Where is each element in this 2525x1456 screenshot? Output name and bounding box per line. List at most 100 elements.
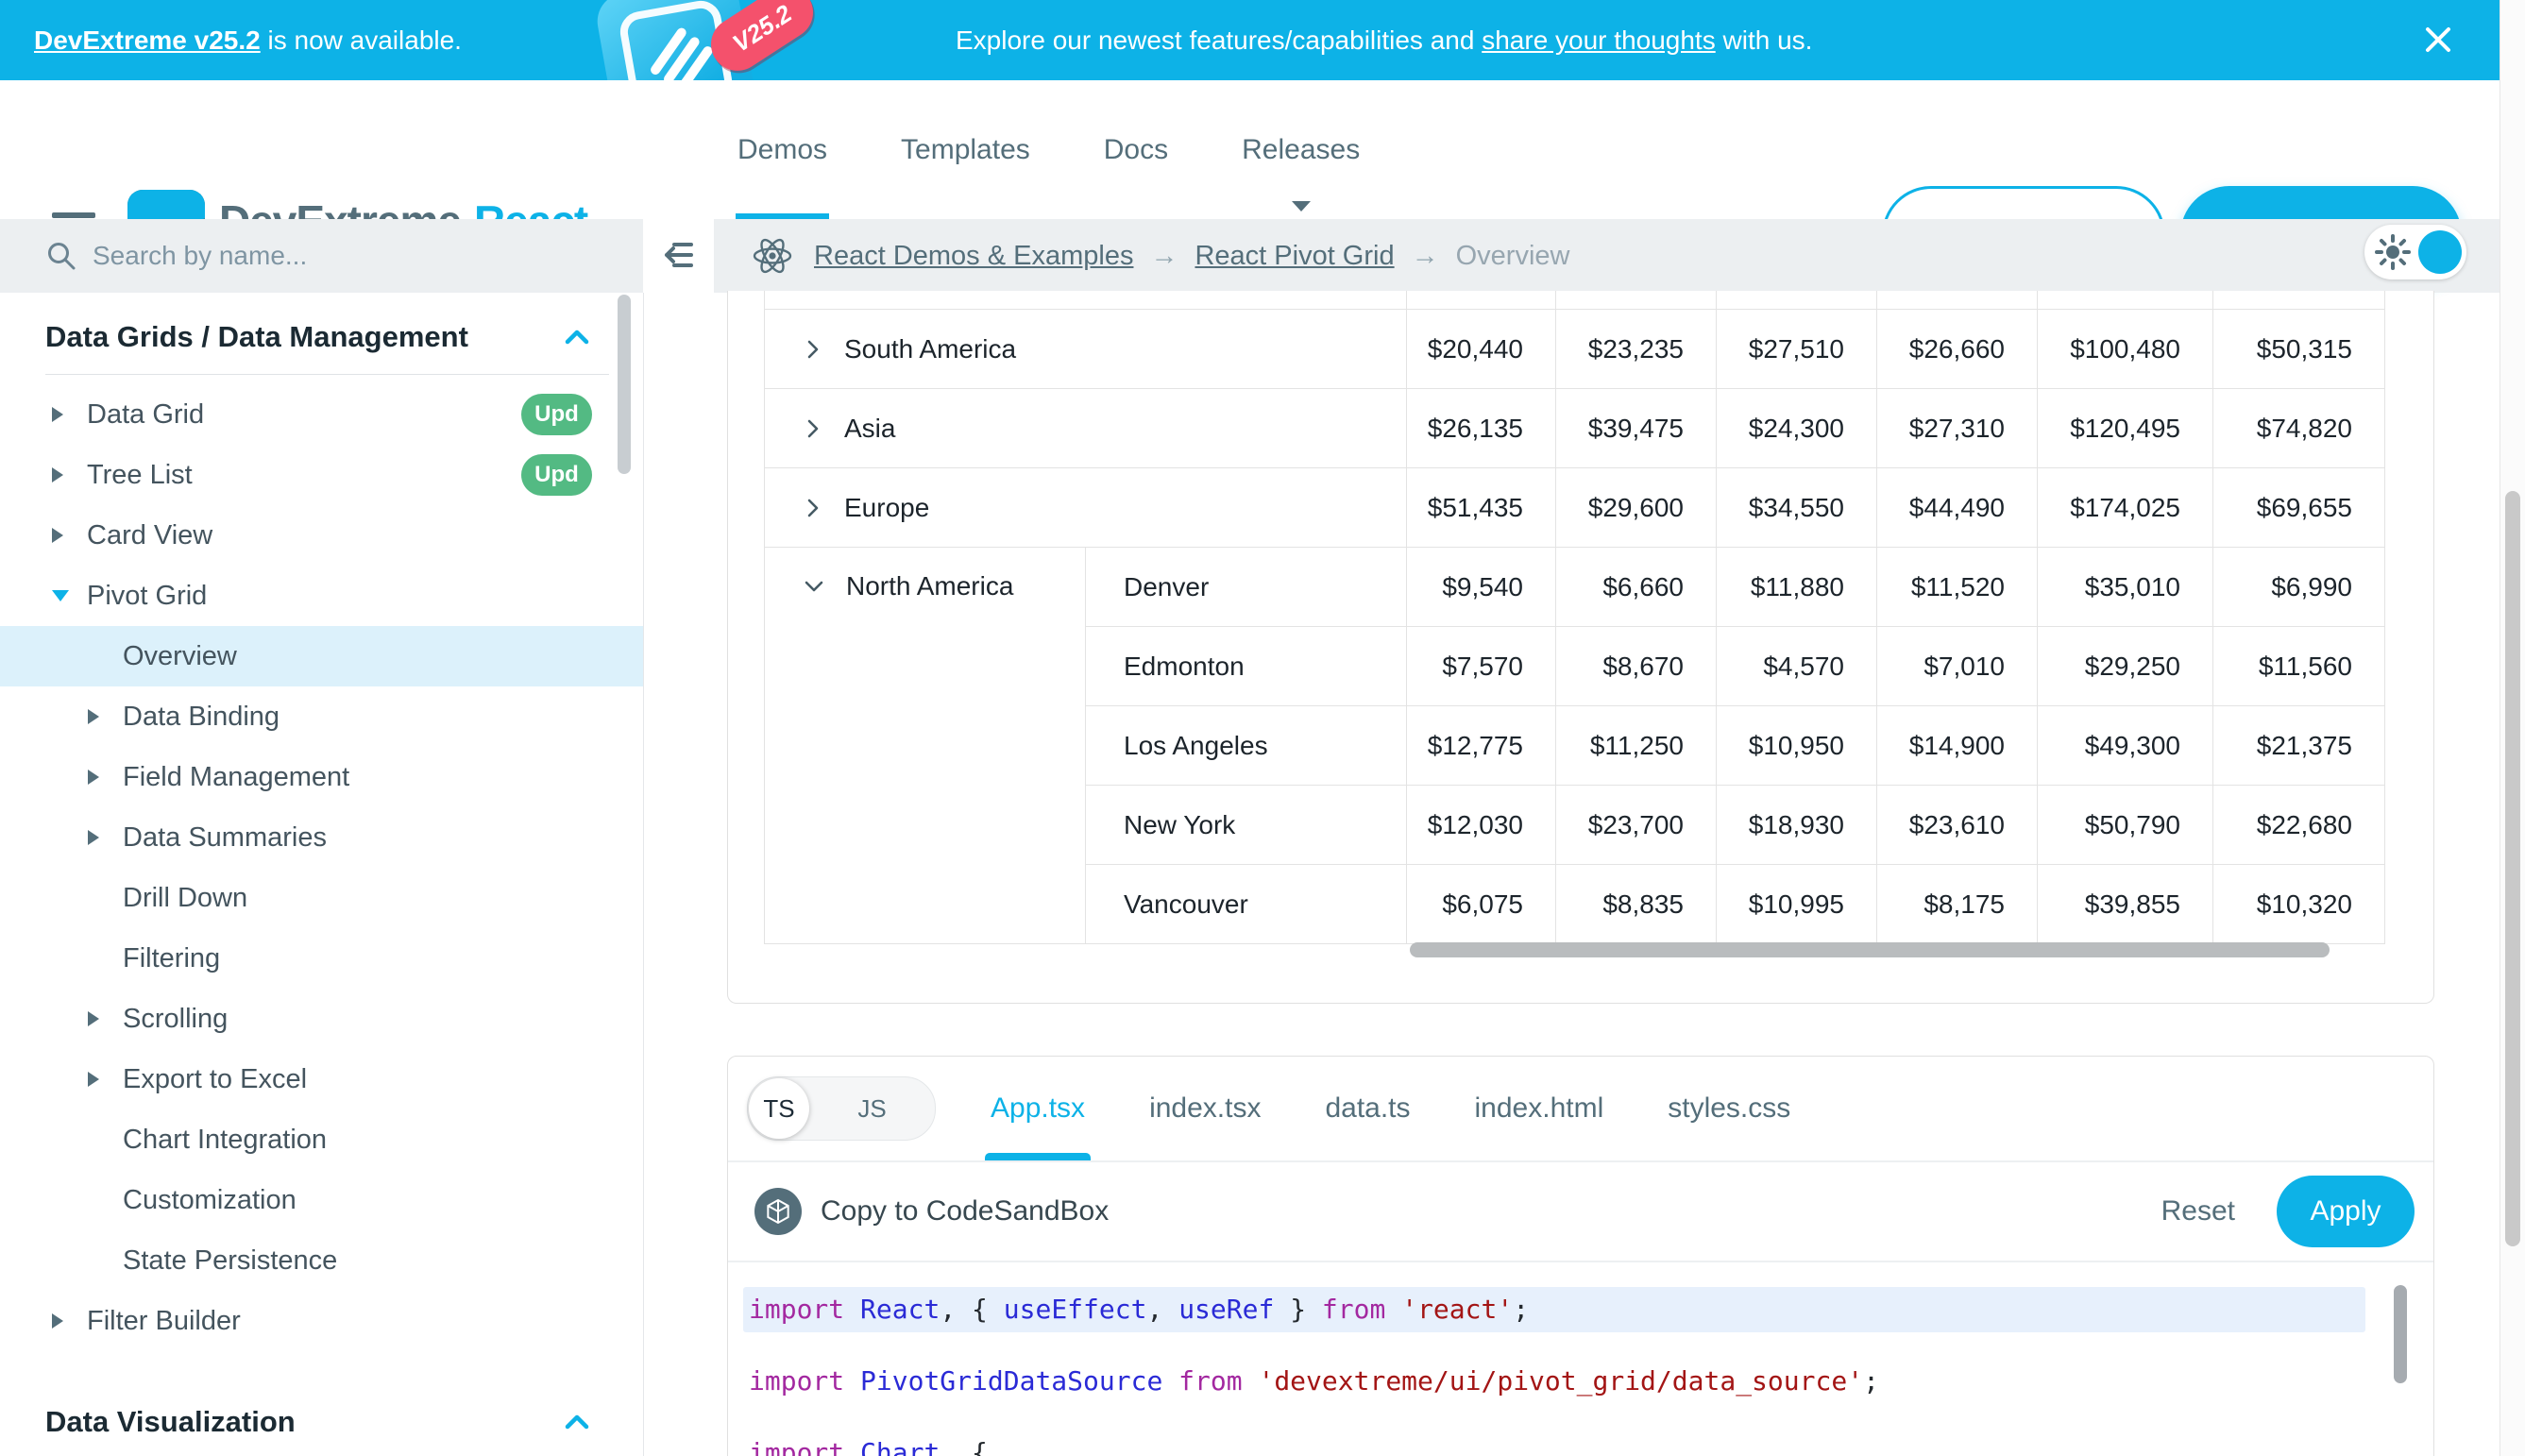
cell-value[interactable]: $100,480	[2038, 310, 2213, 389]
cell-value[interactable]: $27,310	[1877, 389, 2038, 468]
sidebar-item-customization[interactable]: Customization	[0, 1170, 643, 1230]
cell-value[interactable]: $39,475	[1556, 389, 1717, 468]
chevron-right-icon[interactable]	[803, 338, 823, 361]
sidebar-item-data-grid[interactable]: Data GridUpd	[0, 384, 643, 445]
cell-value[interactable]: $74,820	[2213, 389, 2385, 468]
cell-value[interactable]: $34,550	[1717, 468, 1877, 548]
sidebar-item-pivot-grid[interactable]: Pivot Grid	[0, 566, 643, 626]
tab-data-ts[interactable]: data.ts	[1325, 1057, 1410, 1160]
language-js-option[interactable]: JS	[809, 1094, 935, 1124]
nav-item-docs[interactable]: Docs	[1104, 80, 1168, 219]
sidebar-item-data-binding[interactable]: Data Binding	[0, 686, 643, 747]
sidebar-item-state-persistence[interactable]: State Persistence	[0, 1230, 643, 1291]
cell-value[interactable]: $23,700	[1556, 786, 1717, 865]
cell-value[interactable]: $23,610	[1877, 786, 2038, 865]
table-horizontal-scrollbar-thumb[interactable]	[1410, 942, 2330, 957]
cell-value[interactable]: $22,680	[2213, 786, 2385, 865]
cell-value[interactable]: $6,075	[1407, 865, 1556, 944]
sidebar-section-data-grids[interactable]: Data Grids / Data Management	[0, 300, 643, 374]
cell-value[interactable]: $8,835	[1556, 865, 1717, 944]
apply-button[interactable]: Apply	[2277, 1176, 2415, 1247]
cell-value[interactable]: $69,655	[2213, 468, 2385, 548]
window-scrollbar[interactable]	[2500, 0, 2525, 1456]
chevron-down-icon[interactable]	[803, 576, 825, 597]
cell-value[interactable]: $8,670	[1556, 627, 1717, 706]
sidebar-item-tree-list[interactable]: Tree ListUpd	[0, 445, 643, 505]
cell-value[interactable]: $11,560	[2213, 627, 2385, 706]
tab-app-tsx[interactable]: App.tsx	[991, 1057, 1085, 1160]
cell-value[interactable]: $4,570	[1717, 627, 1877, 706]
sidebar-item-field-management[interactable]: Field Management	[0, 747, 643, 807]
tab-styles-css[interactable]: styles.css	[1668, 1057, 1790, 1160]
window-scrollbar-thumb[interactable]	[2505, 491, 2520, 1246]
sidebar-item-data-summaries[interactable]: Data Summaries	[0, 807, 643, 868]
cell-value[interactable]: $35,010	[2038, 548, 2213, 627]
banner-close-button[interactable]	[2417, 19, 2459, 60]
code-editor[interactable]: import React, { useEffect, useRef } from…	[728, 1262, 2433, 1456]
cell-value[interactable]: $26,660	[1877, 310, 2038, 389]
cell-value[interactable]: $14,900	[1877, 706, 2038, 786]
sidebar-section-data-visualization[interactable]: Data Visualization	[0, 1385, 643, 1456]
search-input[interactable]	[91, 240, 548, 272]
version-link[interactable]: DevExtreme v25.2	[34, 25, 261, 55]
reset-button[interactable]: Reset	[2161, 1195, 2235, 1227]
cell-value[interactable]: $44,490	[1877, 468, 2038, 548]
cell-value[interactable]: $174,025	[2038, 468, 2213, 548]
table-row-asia[interactable]: Asia $26,135$39,475$24,300$27,310$120,49…	[765, 389, 2385, 468]
cell-value[interactable]: $11,520	[1877, 548, 2038, 627]
row-label[interactable]: New York	[1086, 786, 1407, 865]
sidebar-item-card-view[interactable]: Card View	[0, 505, 643, 566]
sidebar-item-filtering[interactable]: Filtering	[0, 928, 643, 989]
cell-value[interactable]: $26,135	[1407, 389, 1556, 468]
cell-value[interactable]: $50,315	[2213, 310, 2385, 389]
cell-value[interactable]: $21,375	[2213, 706, 2385, 786]
table-row-europe[interactable]: Europe $51,435$29,600$34,550$44,490$174,…	[765, 468, 2385, 548]
language-ts-option[interactable]: TS	[749, 1078, 809, 1139]
cell-value[interactable]: $8,175	[1877, 865, 2038, 944]
copy-to-codesandbox-button[interactable]: Copy to CodeSandBox	[754, 1188, 1109, 1235]
cell-value[interactable]: $18,930	[1717, 786, 1877, 865]
cell-value[interactable]: $6,990	[2213, 548, 2385, 627]
cell-value[interactable]: $24,300	[1717, 389, 1877, 468]
sidebar-item-export-to-excel[interactable]: Export to Excel	[0, 1049, 643, 1109]
cell-value[interactable]: $29,250	[2038, 627, 2213, 706]
cell-value[interactable]: $49,300	[2038, 706, 2213, 786]
cell-value[interactable]: $12,030	[1407, 786, 1556, 865]
cell-value[interactable]: $51,435	[1407, 468, 1556, 548]
cell-value[interactable]: $10,320	[2213, 865, 2385, 944]
cell-value[interactable]: $10,995	[1717, 865, 1877, 944]
row-label[interactable]: Denver	[1086, 548, 1407, 627]
collapse-sidebar-button[interactable]	[655, 230, 701, 279]
cell-value[interactable]: $6,660	[1556, 548, 1717, 627]
cell-value[interactable]: $9,540	[1407, 548, 1556, 627]
language-switch[interactable]: TS JS	[747, 1076, 936, 1141]
table-row-denver[interactable]: North America Denver $9,540$6,660$11,880…	[765, 548, 2385, 627]
breadcrumb-root-link[interactable]: React Demos & Examples	[814, 241, 1133, 272]
sidebar-item-overview[interactable]: Overview	[0, 626, 643, 686]
code-scrollbar-thumb[interactable]	[2394, 1285, 2407, 1383]
sidebar-item-filter-builder[interactable]: Filter Builder	[0, 1291, 643, 1351]
row-label[interactable]: Los Angeles	[1086, 706, 1407, 786]
theme-toggle[interactable]	[2364, 225, 2466, 279]
sidebar-item-drill-down[interactable]: Drill Down	[0, 868, 643, 928]
breadcrumb-section-link[interactable]: React Pivot Grid	[1195, 241, 1394, 272]
table-row-south-america[interactable]: South America $20,440$23,235$27,510$26,6…	[765, 310, 2385, 389]
cell-value[interactable]: $11,880	[1717, 548, 1877, 627]
cell-value[interactable]: $50,790	[2038, 786, 2213, 865]
sidebar-item-chart-integration[interactable]: Chart Integration	[0, 1109, 643, 1170]
sidebar-scrollbar-thumb[interactable]	[618, 295, 631, 474]
chevron-right-icon[interactable]	[803, 417, 823, 440]
cell-value[interactable]: $10,950	[1717, 706, 1877, 786]
row-label[interactable]: Vancouver	[1086, 865, 1407, 944]
cell-value[interactable]: $7,010	[1877, 627, 2038, 706]
theme-toggle-knob[interactable]	[2418, 230, 2462, 274]
nav-item-templates[interactable]: Templates	[901, 80, 1030, 219]
nav-item-demos[interactable]: Demos	[737, 80, 827, 219]
cell-value[interactable]: $120,495	[2038, 389, 2213, 468]
tab-index-html[interactable]: index.html	[1475, 1057, 1604, 1160]
tab-index-tsx[interactable]: index.tsx	[1149, 1057, 1261, 1160]
cell-value[interactable]: $20,440	[1407, 310, 1556, 389]
sidebar-item-scrolling[interactable]: Scrolling	[0, 989, 643, 1049]
nav-item-releases[interactable]: Releases	[1242, 80, 1360, 219]
row-label[interactable]: Edmonton	[1086, 627, 1407, 706]
